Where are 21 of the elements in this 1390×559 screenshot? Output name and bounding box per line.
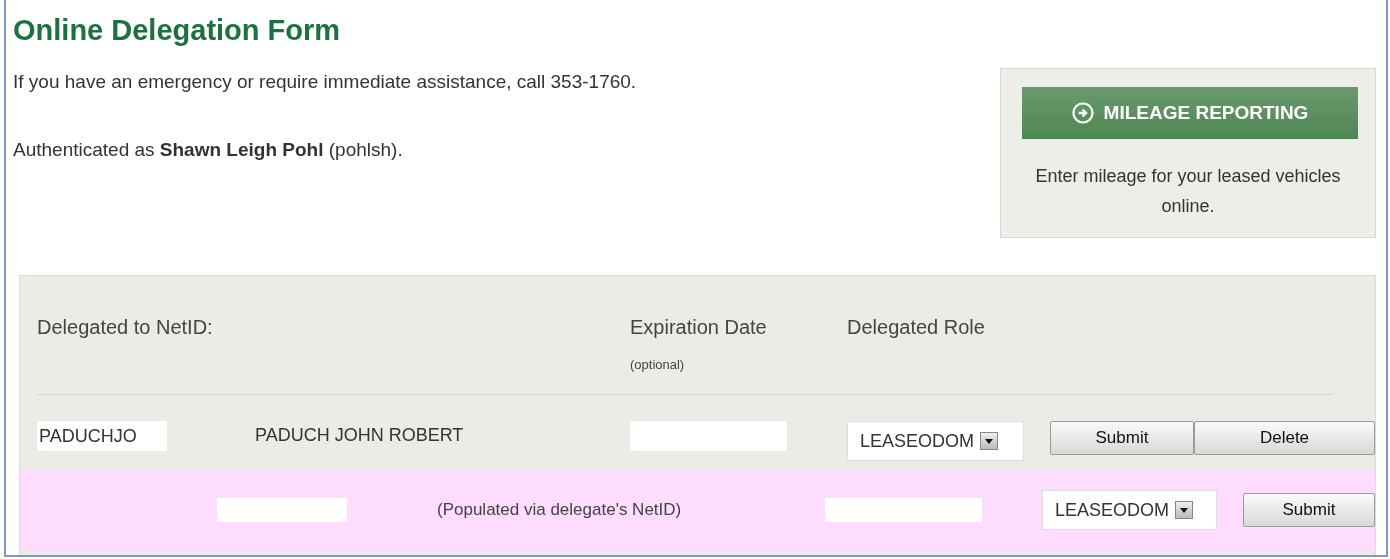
delete-button[interactable]: Delete: [1194, 421, 1375, 455]
notice-text: If you have an emergency or require immediate assistance, call 353-1760.: [13, 71, 637, 93]
submit-button[interactable]: Submit: [1243, 493, 1375, 527]
auth-text: Authenticated as Shawn Leigh Pohl (pohlsh).: [13, 139, 404, 161]
expiration-date-field[interactable]: [825, 498, 982, 522]
column-header: Delegated to NetID:: [37, 316, 213, 338]
expiration-date-field[interactable]: [630, 421, 787, 451]
column-header: Expiration Date: [630, 316, 767, 338]
role-dropdown[interactable]: LEASEODOM: [847, 421, 1024, 461]
delegate-name: PADUCH JOHN ROBERT: [255, 425, 465, 446]
page-title: Online Delegation Form: [13, 14, 342, 47]
name-hint-text: (Populated via delegate's NetID): [437, 500, 683, 520]
role-dropdown[interactable]: LEASEODOM: [1042, 490, 1217, 530]
promo-description: Enter mileage for your leased vehicles online.: [1034, 165, 1342, 218]
mileage-reporting-button[interactable]: MILEAGE REPORTING: [1022, 87, 1358, 139]
column-note: (optional): [630, 357, 686, 372]
arrow-circle-icon: [1071, 102, 1094, 124]
submit-button[interactable]: Submit: [1050, 421, 1194, 455]
column-header: Delegated Role: [847, 316, 985, 338]
netid-field[interactable]: [217, 498, 347, 522]
netid-field[interactable]: PADUCHJO: [37, 421, 167, 451]
